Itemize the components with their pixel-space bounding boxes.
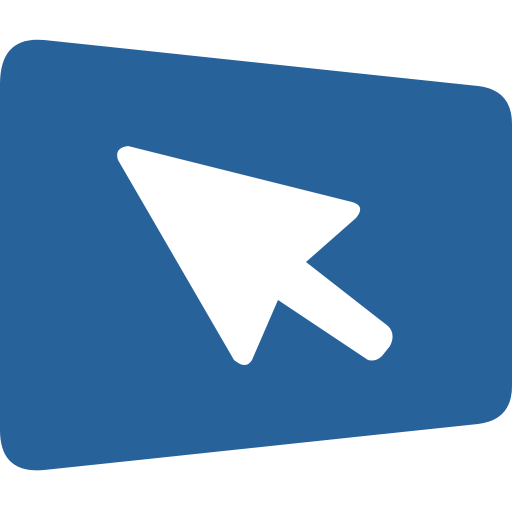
app-icon-canvas: [0, 0, 512, 512]
app-icon: [0, 39, 512, 471]
